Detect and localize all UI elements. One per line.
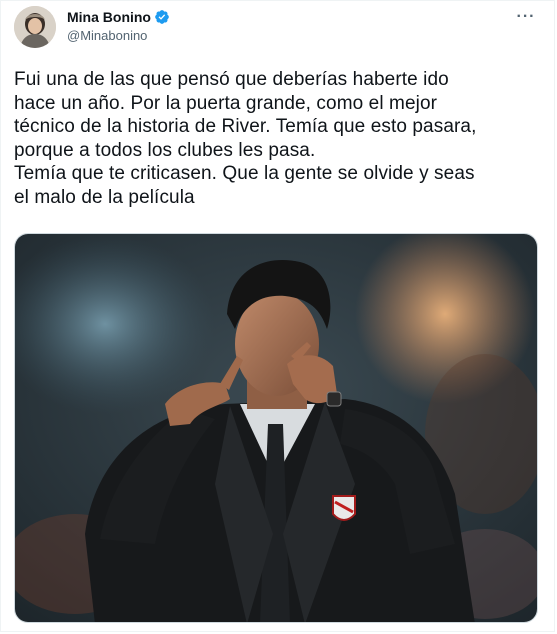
more-options-icon[interactable]: ··· [516,7,536,27]
author-name-row: Mina Bonino [67,9,170,25]
photo-coach-icon [15,234,537,622]
author-display-name[interactable]: Mina Bonino [67,9,151,25]
author-handle[interactable]: @Minabonino [67,28,147,43]
tweet-card: Mina Bonino @Minabonino ··· Fui una de l… [0,0,555,632]
author-avatar[interactable] [14,6,56,48]
avatar-image [14,6,56,48]
verified-badge-icon [155,10,169,24]
tweet-text: Fui una de las que pensó que deberías ha… [14,69,477,208]
tweet-photo[interactable] [14,233,538,623]
